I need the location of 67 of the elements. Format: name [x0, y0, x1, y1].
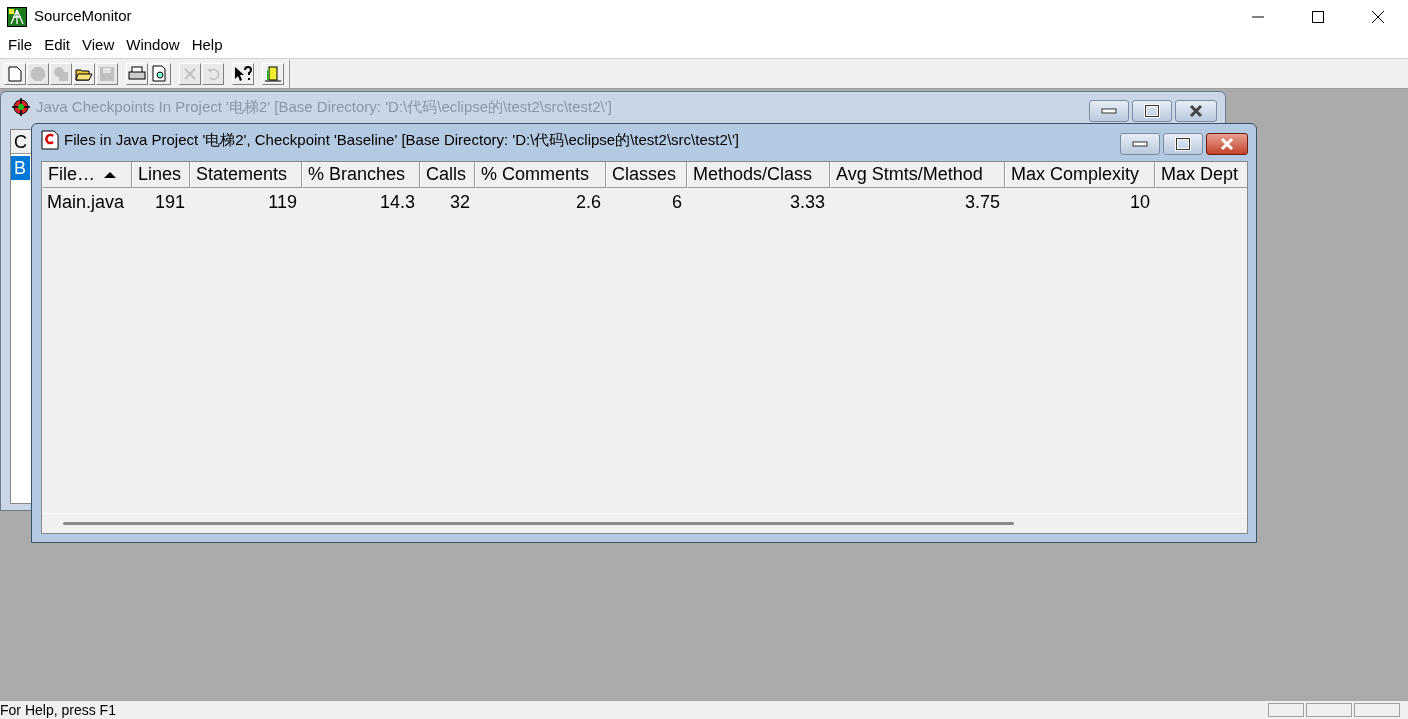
- column-header[interactable]: Methods/Class: [687, 162, 830, 188]
- window-title: SourceMonitor: [34, 6, 132, 27]
- close-button[interactable]: [1175, 100, 1217, 122]
- status-text: For Help, press F1: [0, 702, 116, 718]
- close-icon: [1219, 137, 1235, 151]
- window-title: Files in Java Project '电梯2', Checkpoint 'Baseline' [Base Directory: 'D:\代码\eclipse的\test2\src\test2\']: [64, 129, 739, 150]
- menu-item[interactable]: File: [2, 34, 39, 57]
- app-logo-icon: [7, 6, 27, 27]
- status-pane: [1306, 703, 1352, 717]
- column-header[interactable]: C: [11, 130, 33, 154]
- maximize-icon: [1312, 10, 1324, 23]
- column-header[interactable]: File…: [42, 162, 132, 188]
- column-header[interactable]: Lines: [132, 162, 190, 188]
- menu-item[interactable]: Edit: [38, 34, 77, 57]
- document-c-icon: [41, 130, 59, 150]
- toolbar-button[interactable]: [262, 62, 284, 85]
- toolbar-button[interactable]: [232, 62, 254, 85]
- target-icon: [11, 97, 31, 117]
- window-title: Java Checkpoints In Project '电梯2' [Base Directory: 'D:\代码\eclipse的\test2\src\test2\']: [36, 96, 612, 117]
- table-cell-text: 14.3: [378, 191, 416, 214]
- column-header[interactable]: Calls: [420, 162, 475, 188]
- menu-item[interactable]: View: [76, 34, 121, 57]
- printer-icon: [128, 65, 146, 82]
- column-header[interactable]: Avg Stmts/Method: [830, 162, 1005, 188]
- column-header[interactable]: % Branches: [302, 162, 420, 188]
- print-preview-icon: [152, 65, 168, 82]
- sort-up-icon: [103, 170, 117, 179]
- column-header[interactable]: Max Complexity: [1005, 162, 1155, 188]
- table-cell-text: 2.6: [574, 191, 602, 214]
- close-icon: [1372, 10, 1384, 23]
- menu-item[interactable]: Help: [185, 34, 229, 57]
- close-button[interactable]: [1206, 133, 1248, 155]
- table-cell-text: 119: [267, 191, 298, 214]
- column-header[interactable]: Statements: [190, 162, 302, 188]
- close-icon: [1188, 104, 1204, 118]
- table-cell-text: 10: [1128, 191, 1151, 214]
- column-header[interactable]: % Comments: [475, 162, 606, 188]
- list-item[interactable]: B: [11, 156, 30, 180]
- minimize-icon: [1252, 15, 1264, 18]
- status-pane: [1268, 703, 1304, 717]
- column-header[interactable]: Max Dept: [1155, 162, 1247, 188]
- horizontal-scrollbar[interactable]: [63, 522, 1014, 525]
- help-pointer-icon: [234, 65, 252, 82]
- table-cell-text: 3.33: [788, 191, 826, 214]
- x-icon: [183, 66, 197, 81]
- minimize-icon: [1101, 108, 1117, 114]
- minimize-button[interactable]: [1120, 133, 1160, 155]
- maximize-icon: [1175, 137, 1191, 151]
- toolbar-button[interactable]: [73, 62, 95, 85]
- new-document-icon: [8, 65, 22, 82]
- minimize-icon: [1132, 141, 1148, 147]
- maximize-button[interactable]: [1132, 100, 1172, 122]
- door-icon: [264, 65, 282, 82]
- maximize-button[interactable]: [1163, 133, 1203, 155]
- shapes-icon: [53, 65, 69, 82]
- menu-item[interactable]: Window: [120, 34, 186, 57]
- table-cell-text: Main.java: [46, 191, 126, 214]
- maximize-icon: [1144, 104, 1160, 118]
- table-cell-text: 32: [448, 191, 471, 214]
- table-cell-text: 3.75: [963, 191, 1001, 214]
- column-header[interactable]: Classes: [606, 162, 687, 188]
- table-cell-text: 6: [671, 191, 683, 214]
- table-cell-text: 191: [153, 191, 186, 214]
- minimize-button[interactable]: [1089, 100, 1129, 122]
- status-pane: [1354, 703, 1400, 717]
- toolbar-button[interactable]: [149, 62, 171, 85]
- undo-icon: [206, 66, 220, 81]
